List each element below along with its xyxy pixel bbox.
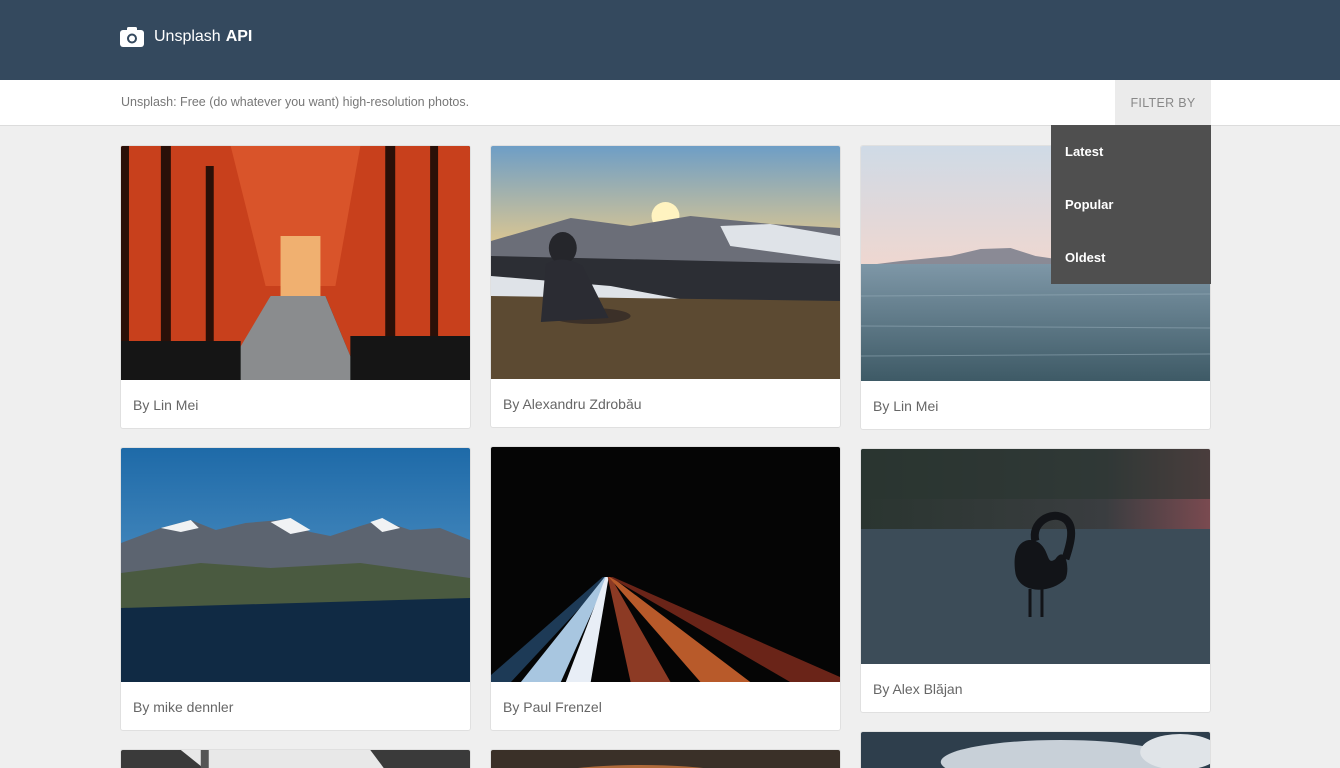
filter-by-button[interactable]: FILTER BY <box>1115 80 1211 125</box>
photo-image[interactable] <box>491 146 840 379</box>
top-navbar: Unsplash API <box>0 0 1340 80</box>
brand-name: Unsplash <box>154 28 221 45</box>
filter-dropdown-menu: Latest Popular Oldest <box>1051 125 1211 284</box>
photo-credit: By mike dennler <box>133 699 234 715</box>
photo-credit: By Paul Frenzel <box>503 699 602 715</box>
photo-image[interactable] <box>121 448 470 682</box>
photo-image[interactable] <box>491 447 840 682</box>
photo-card[interactable] <box>120 749 471 768</box>
filter-option-latest[interactable]: Latest <box>1051 125 1211 178</box>
photo-image[interactable] <box>121 146 470 380</box>
brand-link[interactable]: Unsplash API <box>120 26 252 48</box>
photo-credit: By Alexandru Zdrobău <box>503 396 642 412</box>
tagline: Unsplash: Free (do whatever you want) hi… <box>121 95 470 109</box>
filter-option-oldest[interactable]: Oldest <box>1051 231 1211 284</box>
photo-card[interactable]: By Alexandru Zdrobău <box>490 145 841 428</box>
photo-card[interactable]: By mike dennler <box>120 447 471 731</box>
photo-image[interactable] <box>121 750 470 768</box>
photo-image[interactable] <box>861 732 1210 768</box>
sub-header: Unsplash: Free (do whatever you want) hi… <box>0 80 1340 126</box>
brand-api-label: API <box>225 28 253 45</box>
photo-card[interactable] <box>490 749 841 768</box>
photo-credit: By Lin Mei <box>873 398 939 414</box>
photo-card[interactable]: By Paul Frenzel <box>490 446 841 731</box>
photo-image[interactable] <box>861 449 1210 664</box>
photo-image[interactable] <box>491 750 840 768</box>
photo-credit: By Alex Blăjan <box>873 681 963 697</box>
photo-card[interactable]: By Lin Mei <box>120 145 471 429</box>
camera-icon <box>120 27 144 47</box>
filter-option-popular[interactable]: Popular <box>1051 178 1211 231</box>
photo-card[interactable] <box>860 731 1211 768</box>
photo-card[interactable]: By Alex Blăjan <box>860 448 1211 713</box>
photo-credit: By Lin Mei <box>133 397 199 413</box>
